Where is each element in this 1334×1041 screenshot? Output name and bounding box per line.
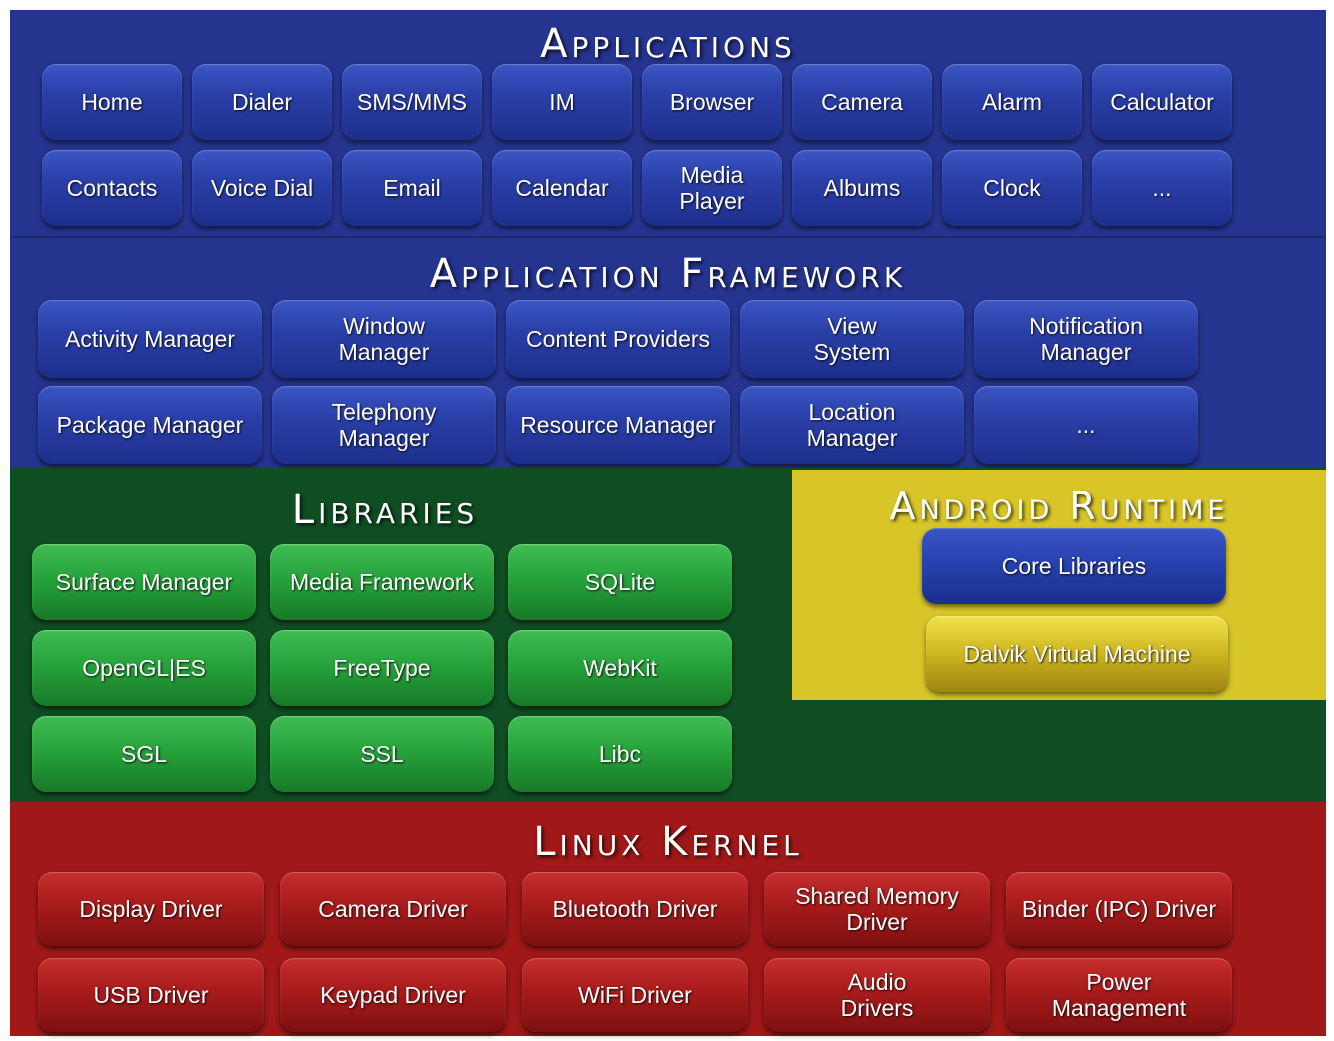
kernel-box-display-driver: Display Driver [38,872,264,946]
applications-box-calculator: Calculator [1092,64,1232,140]
applications-box-dialer: Dialer [192,64,332,140]
libraries-box-libc: Libc [508,716,732,792]
framework-box-location-manager: Location Manager [740,386,964,464]
libraries-box-ssl: SSL [270,716,494,792]
applications-box-voice-dial: Voice Dial [192,150,332,226]
kernel-box-camera-driver: Camera Driver [280,872,506,946]
kernel-box-power-management: Power Management [1006,958,1232,1032]
framework-box-more: ... [974,386,1198,464]
application-framework-title: Application Framework [429,251,907,297]
applications-box-media-player: Media Player [642,150,782,226]
applications-title: Applications [540,21,796,67]
runtime-box-dalvik-virtual-machine: Dalvik Virtual Machine [926,616,1228,692]
applications-layer: Applications Home Dialer SMS/MMS IM Browser C… [10,10,1326,236]
framework-box-package-manager: Package Manager [38,386,262,464]
applications-box-email: Email [342,150,482,226]
applications-box-browser: Browser [642,64,782,140]
kernel-box-audio-drivers: Audio Drivers [764,958,990,1032]
framework-box-content-providers: Content Providers [506,300,730,378]
libraries-box-sqlite: SQLite [508,544,732,620]
runtime-box-core-libraries: Core Libraries [922,528,1226,604]
linux-kernel-layer: Linux Kernel Display Driver Camera Driver… [10,802,1326,1036]
applications-box-clock: Clock [942,150,1082,226]
android-runtime-panel: Android Runtime Core Libraries Dalvik Vi… [792,470,1326,700]
applications-box-sms-mms: SMS/MMS [342,64,482,140]
applications-box-calendar: Calendar [492,150,632,226]
framework-box-telephony-manager: Telephony Manager [272,386,496,464]
libraries-box-surface-manager: Surface Manager [32,544,256,620]
libraries-box-freetype: FreeType [270,630,494,706]
applications-box-im: IM [492,64,632,140]
kernel-box-bluetooth-driver: Bluetooth Driver [522,872,748,946]
android-runtime-title: Android Runtime [889,484,1229,528]
applications-box-camera: Camera [792,64,932,140]
application-framework-layer: Application Framework Activity Manager Wi… [10,236,1326,468]
framework-box-resource-manager: Resource Manager [506,386,730,464]
kernel-box-usb-driver: USB Driver [38,958,264,1032]
android-architecture-diagram: Applications Home Dialer SMS/MMS IM Browser C… [10,10,1326,1036]
framework-box-notification-manager: Notification Manager [974,300,1198,378]
applications-box-contacts: Contacts [42,150,182,226]
libraries-box-media-framework: Media Framework [270,544,494,620]
linux-kernel-title: Linux Kernel [533,819,803,865]
applications-box-home: Home [42,64,182,140]
libraries-box-webkit: WebKit [508,630,732,706]
applications-box-albums: Albums [792,150,932,226]
libraries-box-opengl-es: OpenGL|ES [32,630,256,706]
libraries-title: Libraries [291,487,479,533]
framework-box-view-system: View System [740,300,964,378]
applications-box-alarm: Alarm [942,64,1082,140]
kernel-box-wifi-driver: WiFi Driver [522,958,748,1032]
applications-box-more: ... [1092,150,1232,226]
kernel-box-binder-ipc-driver: Binder (IPC) Driver [1006,872,1232,946]
libraries-box-sgl: SGL [32,716,256,792]
framework-box-activity-manager: Activity Manager [38,300,262,378]
framework-box-window-manager: Window Manager [272,300,496,378]
kernel-box-shared-memory-driver: Shared Memory Driver [764,872,990,946]
kernel-box-keypad-driver: Keypad Driver [280,958,506,1032]
